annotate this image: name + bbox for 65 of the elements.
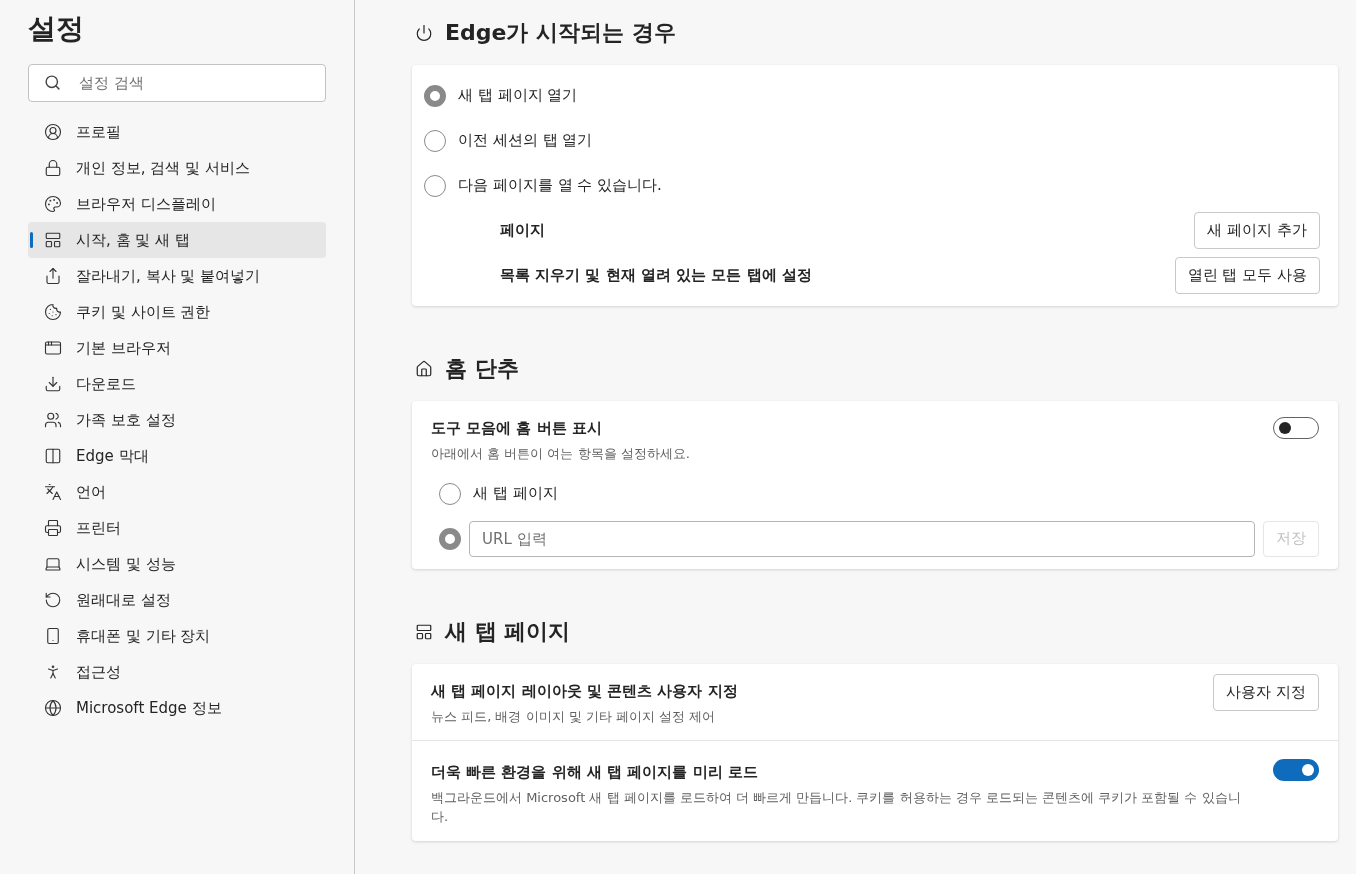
action-button[interactable]: 새 페이지 추가 xyxy=(1194,212,1320,249)
radio-button[interactable] xyxy=(424,84,446,107)
section-title: 홈 단추 xyxy=(445,355,519,383)
toggle-switch[interactable] xyxy=(1273,759,1319,781)
sidebar-item[interactable]: 프린터 xyxy=(28,510,326,546)
sidebar-item[interactable]: 다운로드 xyxy=(28,366,326,402)
profile-icon xyxy=(44,123,62,141)
option-label: 이전 세션의 탭 열기 xyxy=(458,130,593,152)
laptop-icon xyxy=(44,555,62,573)
url-input-field[interactable]: URL 입력 xyxy=(469,520,1255,557)
setting-description: 백그라운드에서 Microsoft 새 탭 페이지를 로드하여 더 빠르게 만듭니다. 쿠키를 허용하는 경우 로드되는 콘텐츠에 쿠키가 포함될 수 있습니다. xyxy=(431,788,1242,826)
option-label: 다음 페이지를 열 수 있습니다. xyxy=(458,175,662,197)
setting-label: 목록 지우기 및 현재 열려 있는 모든 탭에 설정 xyxy=(500,265,812,287)
setting-label: 페이지 xyxy=(500,220,545,242)
sidebar-item[interactable]: 시작, 홈 및 새 탭 xyxy=(28,222,326,258)
radio-button[interactable] xyxy=(439,527,461,550)
radio-button[interactable] xyxy=(439,482,461,505)
setting-label: 새 탭 페이지 레이아웃 및 콘텐츠 사용자 지정 xyxy=(431,681,738,702)
option-label: 새 탭 페이지 xyxy=(473,483,558,505)
lock-icon xyxy=(44,159,62,177)
tab-window-icon xyxy=(415,622,433,641)
sidebar-item[interactable]: 가족 보호 설정 xyxy=(28,402,326,438)
setting-description: 뉴스 피드, 배경 이미지 및 기타 페이지 설정 제어 xyxy=(431,707,717,726)
section-title: Edge가 시작되는 경우 xyxy=(445,19,676,47)
sidebar-item[interactable]: 시스템 및 성능 xyxy=(28,546,326,582)
share-icon xyxy=(44,267,62,285)
sidebar-item[interactable]: 브라우저 디스플레이 xyxy=(28,186,326,222)
search-icon xyxy=(44,74,61,91)
sidebar-item[interactable]: 접근성 xyxy=(28,654,326,690)
customize-button[interactable]: 사용자 지정 xyxy=(1213,674,1319,711)
sidebar-item[interactable]: 잘라내기, 복사 및 붙여넣기 xyxy=(28,258,326,294)
setting-description: 아래에서 홈 버튼이 여는 항목을 설정하세요. xyxy=(431,444,690,463)
printer-icon xyxy=(44,519,62,537)
power-icon xyxy=(415,23,433,42)
sidebar-item[interactable]: 언어 xyxy=(28,474,326,510)
palette-icon xyxy=(44,195,62,213)
cookie-icon xyxy=(44,303,62,321)
phone-icon xyxy=(44,627,62,645)
sidebar-item[interactable]: 프로필 xyxy=(28,114,326,150)
download-icon xyxy=(44,375,62,393)
sidebar-item[interactable]: Edge 막대 xyxy=(28,438,326,474)
sidebar-item[interactable]: 휴대폰 및 기타 장치 xyxy=(28,618,326,654)
people-icon xyxy=(44,411,62,429)
sidebar-item[interactable]: 개인 정보, 검색 및 서비스 xyxy=(28,150,326,186)
section-title: 새 탭 페이지 xyxy=(445,618,571,646)
radio-button[interactable] xyxy=(424,129,446,152)
sidebar-item[interactable]: 쿠키 및 사이트 권한 xyxy=(28,294,326,330)
action-button[interactable]: 열린 탭 모두 사용 xyxy=(1174,257,1320,294)
tab-window-icon xyxy=(44,231,62,249)
sidebar-panel-icon xyxy=(44,447,62,465)
home-icon xyxy=(415,359,433,378)
globe-icon xyxy=(44,699,62,717)
setting-label: 더욱 빠른 환경을 위해 새 탭 페이지를 미리 로드 xyxy=(431,762,759,783)
browser-window-icon xyxy=(44,339,62,357)
sidebar-item[interactable]: 원래대로 설정 xyxy=(28,582,326,618)
sidebar-item[interactable]: Microsoft Edge 정보 xyxy=(28,690,326,726)
sidebar-item[interactable]: 기본 브라우저 xyxy=(28,330,326,366)
reset-icon xyxy=(44,591,62,609)
search-field[interactable]: 설정 검색 xyxy=(28,64,326,102)
page-title: 설정 xyxy=(28,11,85,47)
toggle-switch[interactable] xyxy=(1273,417,1319,439)
language-icon xyxy=(44,483,62,501)
radio-button[interactable] xyxy=(424,174,446,197)
option-label: 새 탭 페이지 열기 xyxy=(458,85,578,107)
setting-label: 도구 모음에 홈 버튼 표시 xyxy=(431,418,603,439)
